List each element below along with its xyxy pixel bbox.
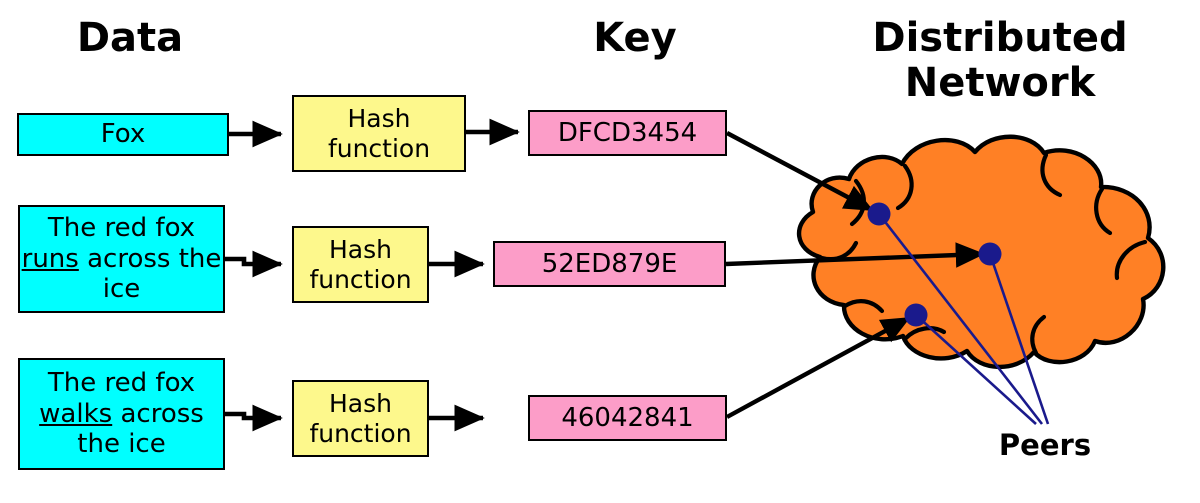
key-box-1[interactable]: DFCD3454	[528, 110, 727, 156]
data-box-2-prefix: The red fox	[47, 212, 196, 243]
peer-node-2[interactable]	[978, 242, 1002, 266]
data-box-1[interactable]: Fox	[17, 113, 229, 156]
key-box-2-label: 52ED879E	[541, 248, 678, 279]
column-heading-key: Key	[593, 15, 677, 61]
key-box-2[interactable]: 52ED879E	[493, 241, 726, 287]
hash-function-box-2[interactable]: Hash function	[292, 226, 429, 303]
data-box-2-emphasis: runs	[21, 243, 79, 274]
data-box-2-text: The red fox runs across the ice	[20, 213, 223, 305]
peer-node-3[interactable]	[904, 303, 928, 327]
diagram-canvas: Data Key Distributed Network Fox Hash fu…	[0, 0, 1200, 503]
column-heading-distributed-network: Distributed Network	[872, 15, 1128, 106]
hash-function-box-3[interactable]: Hash function	[292, 380, 429, 457]
data-box-1-text: Fox	[100, 119, 146, 150]
column-heading-data: Data	[76, 15, 184, 61]
hash-function-box-1[interactable]: Hash function	[292, 95, 466, 172]
peers-label: Peers	[998, 428, 1092, 462]
data-box-2-suffix: across the ice	[78, 243, 222, 305]
data-box-3-emphasis: walks	[39, 398, 113, 429]
link-key3-to-peer3	[725, 316, 911, 419]
hash-function-box-2-label: Hash function	[309, 235, 412, 294]
data-box-3-prefix: The red fox	[47, 367, 196, 398]
key-box-3[interactable]: 46042841	[528, 395, 727, 441]
key-box-1-label: DFCD3454	[557, 117, 698, 148]
arrow-data2-to-hash2	[225, 250, 283, 278]
data-box-2[interactable]: The red fox runs across the ice	[18, 205, 225, 313]
arrow-data3-to-hash3	[225, 404, 283, 432]
data-box-3-text: The red fox walks across the ice	[20, 368, 223, 460]
peer-node-1[interactable]	[867, 202, 891, 226]
hash-function-box-1-label: Hash function	[327, 104, 431, 163]
hash-function-box-3-label: Hash function	[309, 389, 412, 448]
key-box-3-label: 46042841	[561, 402, 694, 433]
data-box-3[interactable]: The red fox walks across the ice	[18, 358, 225, 470]
